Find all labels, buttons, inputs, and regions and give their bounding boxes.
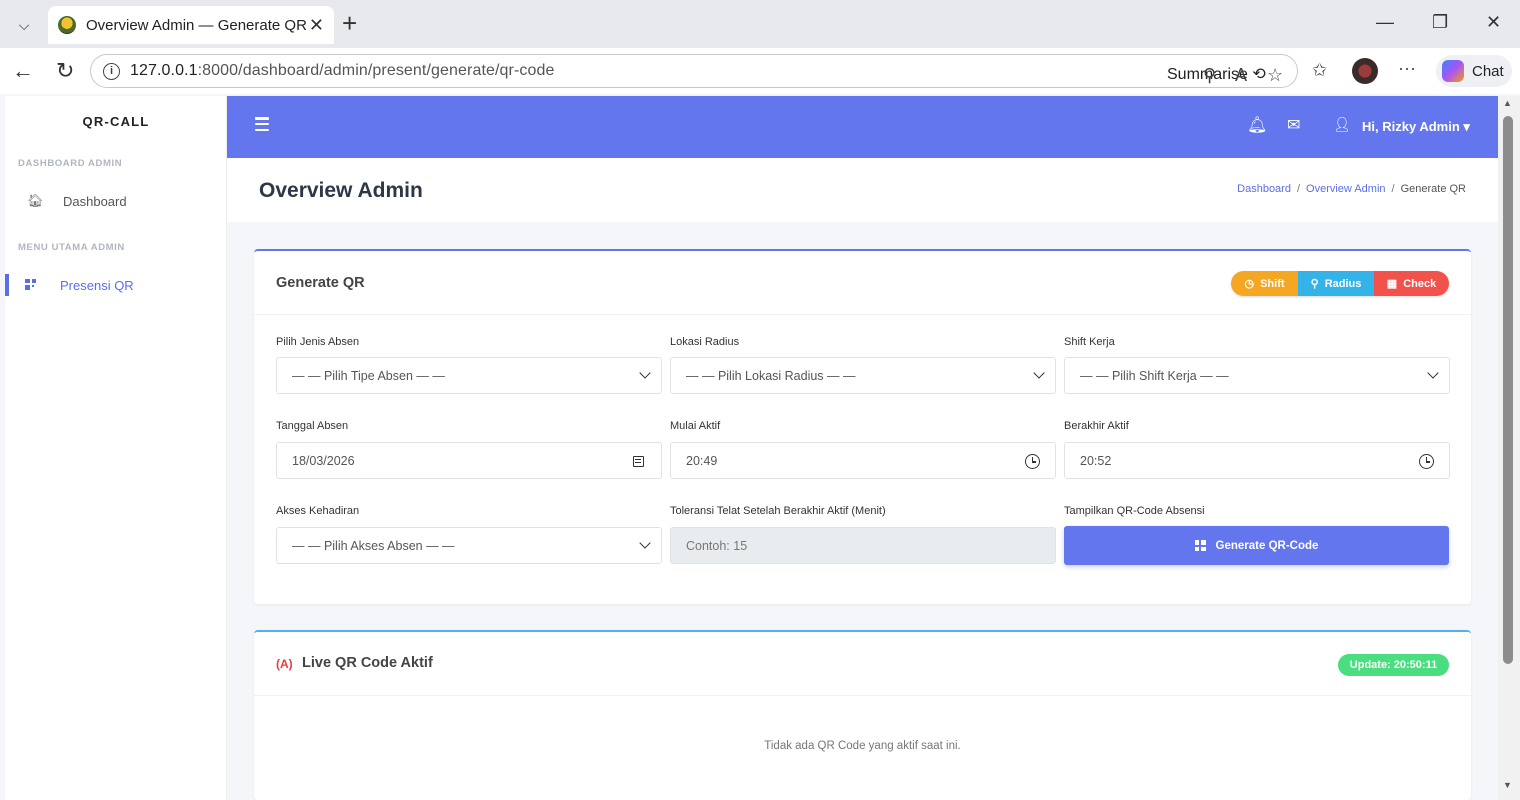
qrcode-icon: ▦	[1386, 278, 1398, 290]
tab-title: Overview Admin — Generate QR	[86, 16, 307, 34]
breadcrumb: Dashboard / Overview Admin / Generate QR	[1237, 183, 1466, 195]
hamburger-menu-icon[interactable]	[255, 117, 269, 131]
sidebar-heading-dashboard: DASHBOARD ADMIN	[18, 158, 123, 169]
user-dropdown[interactable]: Hi, Rizky Admin ▾	[1362, 119, 1470, 135]
browser-tab-bar: ⌵ Overview Admin — Generate QR ✕ + — ❐ ✕	[0, 0, 1520, 48]
breadcrumb-overview[interactable]: Overview Admin	[1306, 183, 1385, 195]
akses-kehadiran-select[interactable]: — — Pilih Akses Absen — —	[276, 527, 662, 564]
calendar-icon[interactable]	[633, 456, 644, 467]
close-tab-icon[interactable]: ✕	[309, 15, 324, 36]
tampilkan-label: Tampilkan QR-Code Absensi	[1064, 505, 1205, 517]
shift-button[interactable]: ◷ Shift	[1231, 271, 1298, 296]
breadcrumb-dashboard[interactable]: Dashboard	[1237, 183, 1291, 195]
sidebar-heading-menu: MENU UTAMA ADMIN	[18, 242, 125, 253]
favorites-icon[interactable]: ✩	[1312, 60, 1327, 81]
sidebar-item-dashboard[interactable]: 🏠︎ Dashboard	[5, 186, 227, 216]
site-info-icon[interactable]: i	[103, 62, 120, 80]
chevron-down-icon	[1033, 367, 1045, 379]
action-button-group: ◷ Shift ⚲ Radius ▦ Check	[1231, 271, 1449, 296]
shift-kerja-select[interactable]: — — Pilih Shift Kerja — —	[1064, 357, 1450, 394]
scroll-down-icon[interactable]: ▼	[1503, 780, 1512, 790]
breadcrumb-current: Generate QR	[1400, 183, 1466, 195]
read-aloud-icon[interactable]: A	[1235, 65, 1247, 86]
berakhir-aktif-label: Berakhir Aktif	[1064, 420, 1129, 432]
generate-qr-button[interactable]: Generate QR-Code	[1064, 526, 1449, 565]
page-title: Overview Admin	[259, 179, 423, 202]
broadcast-icon: (A)	[276, 657, 293, 671]
more-icon[interactable]: ···	[1398, 58, 1416, 79]
card-title: Generate QR	[276, 275, 365, 291]
sidebar-item-label: Presensi QR	[60, 277, 134, 293]
toleransi-input[interactable]: Contoh: 15	[670, 527, 1056, 564]
lokasi-radius-select[interactable]: — — Pilih Lokasi Radius — —	[670, 357, 1056, 394]
berakhir-aktif-input[interactable]: 20:52	[1064, 442, 1450, 479]
chat-label: Chat	[1472, 62, 1504, 80]
home-icon: 🏠︎	[27, 193, 44, 208]
user-icon[interactable]: 👤︎	[1333, 116, 1351, 133]
live-qr-card: (A) Live QR Code Aktif Update: 20:50:11 …	[254, 630, 1471, 800]
card-divider	[254, 695, 1471, 696]
card-divider	[254, 314, 1471, 315]
restore-icon[interactable]: ❐	[1432, 12, 1448, 33]
brand-logo[interactable]: QR-CALL	[5, 114, 227, 129]
sidebar-item-presensi-qr[interactable]: Presensi QR	[5, 270, 227, 300]
new-tab-icon[interactable]: +	[342, 10, 357, 36]
breadcrumb-separator: /	[1391, 183, 1395, 195]
scroll-up-icon[interactable]: ▲	[1503, 98, 1512, 108]
profile-avatar[interactable]	[1352, 58, 1378, 84]
radius-button[interactable]: ⚲ Radius	[1298, 271, 1374, 296]
sidebar-item-label: Dashboard	[63, 193, 127, 209]
scroll-thumb[interactable]	[1503, 116, 1513, 664]
tanggal-absen-input[interactable]: 18/03/2026	[276, 442, 662, 479]
favorite-star-icon[interactable]: ☆	[1267, 65, 1283, 86]
browser-tab[interactable]: Overview Admin — Generate QR ✕	[48, 6, 334, 44]
active-indicator	[5, 274, 9, 296]
toleransi-label: Toleransi Telat Setelah Berakhir Aktif (…	[670, 505, 886, 517]
tanggal-absen-label: Tanggal Absen	[276, 420, 349, 432]
top-navbar: 🔔︎ ✉ 👤︎ Hi, Rizky Admin ▾	[227, 96, 1498, 158]
shift-kerja-label: Shift Kerja	[1064, 336, 1115, 348]
window-close-icon[interactable]: ✕	[1486, 12, 1501, 33]
mail-icon[interactable]: ✉	[1287, 115, 1300, 135]
page-header: Overview Admin Dashboard / Overview Admi…	[227, 158, 1498, 222]
jenis-absen-label: Pilih Jenis Absen	[276, 336, 360, 348]
map-pin-icon: ⚲	[1310, 278, 1319, 290]
qrcode-icon	[1194, 540, 1206, 551]
lokasi-radius-label: Lokasi Radius	[670, 336, 740, 348]
breadcrumb-separator: /	[1296, 183, 1301, 195]
clock-icon[interactable]	[1419, 454, 1434, 469]
clock-icon: ◷	[1244, 278, 1255, 290]
chevron-down-icon	[639, 537, 651, 549]
clock-icon[interactable]	[1025, 454, 1040, 469]
url-text: 127.0.0.1:8000/dashboard/admin/present/g…	[130, 62, 555, 79]
zoom-icon[interactable]: ⚲	[1203, 65, 1216, 86]
chevron-down-icon	[639, 367, 651, 379]
favicon-icon	[58, 16, 76, 34]
copilot-icon	[1442, 60, 1464, 82]
address-bar[interactable]: i 127.0.0.1:8000/dashboard/admin/present…	[90, 54, 1298, 88]
chevron-down-icon	[1427, 367, 1439, 379]
empty-state-message: Tidak ada QR Code yang aktif saat ini.	[764, 740, 961, 752]
mulai-aktif-input[interactable]: 20:49	[670, 442, 1056, 479]
generate-qr-card: Generate QR ◷ Shift ⚲ Radius ▦ Check Pilih …	[254, 249, 1471, 604]
card-title: Live QR Code Aktif	[302, 655, 433, 671]
tab-list-chevron-icon[interactable]: ⌵	[8, 10, 40, 40]
browser-toolbar: ← ↻ i 127.0.0.1:8000/dashboard/admin/pre…	[0, 48, 1520, 94]
sidebar: QR-CALL DASHBOARD ADMIN 🏠︎ Dashboard MEN…	[5, 96, 227, 800]
copilot-chat-button[interactable]: Chat	[1436, 55, 1512, 87]
reload-icon[interactable]: ↻	[56, 58, 74, 84]
qrcode-icon	[25, 278, 36, 293]
back-icon[interactable]: ←	[12, 58, 34, 84]
check-button[interactable]: ▦ Check	[1374, 271, 1449, 296]
bell-icon[interactable]: 🔔︎	[1247, 115, 1267, 135]
akses-kehadiran-label: Akses Kehadiran	[276, 505, 360, 517]
mulai-aktif-label: Mulai Aktif	[670, 420, 721, 432]
jenis-absen-select[interactable]: — — Pilih Tipe Absen — —	[276, 357, 662, 394]
page-scrollbar[interactable]: ▲ ▼	[1498, 96, 1520, 800]
summarise-button[interactable]: Summarise ⟲	[1167, 64, 1266, 84]
minimize-icon[interactable]: —	[1376, 12, 1394, 33]
update-time-badge: Update: 20:50:11	[1338, 654, 1449, 676]
